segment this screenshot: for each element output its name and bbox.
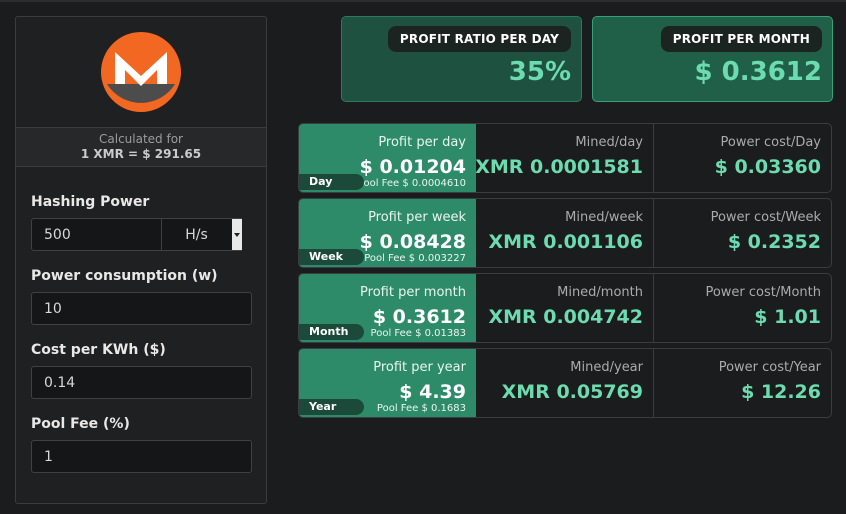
profit-cell: Profit per year $ 4.39 Pool Fee $ 0.1683…: [299, 349, 476, 417]
hashing-unit-select[interactable]: H/s: [162, 218, 242, 251]
pool-fee-value: Pool Fee $ 0.01383: [370, 328, 466, 339]
row-year: Profit per year $ 4.39 Pool Fee $ 0.1683…: [298, 348, 832, 418]
cost-per-kwh-input[interactable]: 0.14: [31, 366, 252, 399]
column-divider: [653, 349, 654, 417]
mined-label: Mined/month: [557, 285, 643, 300]
period-tag: Year: [299, 399, 364, 415]
hashing-unit-value: H/s: [185, 226, 208, 243]
period-tag: Week: [299, 249, 364, 265]
column-divider: [653, 274, 654, 342]
profit-label: Profit per day: [378, 135, 466, 150]
calculator-panel: Calculated for 1 XMR = $ 291.65 Hashing …: [15, 16, 267, 504]
hashing-power-input[interactable]: 500: [31, 218, 162, 251]
profit-value: $ 0.08428: [359, 231, 466, 253]
profit-cell: Profit per month $ 0.3612 Pool Fee $ 0.0…: [299, 274, 476, 342]
mined-value: XMR 0.05769: [501, 381, 643, 403]
power-cost-label: Power cost/Month: [705, 285, 821, 300]
profit-value: $ 0.3612: [372, 306, 466, 328]
calc-for-label: Calculated for: [99, 132, 183, 146]
profit-month-value: $ 0.3612: [694, 57, 822, 87]
column-divider: [653, 124, 654, 192]
profit-ratio-label: PROFIT RATIO PER DAY: [387, 26, 571, 52]
pool-fee-value: Pool Fee $ 0.003227: [364, 253, 466, 264]
monero-logo: [101, 32, 181, 112]
logo-area: [16, 17, 266, 127]
power-consumption-label: Power consumption (w): [31, 268, 218, 284]
caret-down-icon[interactable]: [232, 219, 242, 250]
mined-value: XMR 0.004742: [488, 306, 643, 328]
row-day: Profit per day $ 0.01204 Pool Fee $ 0.00…: [298, 123, 832, 193]
power-cost-value: $ 0.03360: [714, 156, 821, 178]
power-consumption-input[interactable]: 10: [31, 292, 252, 325]
cost-per-kwh-label: Cost per KWh ($): [31, 342, 166, 358]
profit-label: Profit per week: [368, 210, 466, 225]
period-tag: Day: [299, 174, 364, 190]
column-divider: [653, 199, 654, 267]
mined-value: XMR 0.0001581: [475, 156, 643, 178]
profit-label: Profit per month: [360, 285, 466, 300]
profit-month-label: PROFIT PER MONTH: [660, 26, 822, 52]
exchange-rate: 1 XMR = $ 291.65: [80, 147, 202, 161]
exchange-rate-box: Calculated for 1 XMR = $ 291.65: [16, 127, 266, 167]
power-cost-label: Power cost/Year: [718, 360, 821, 375]
power-cost-label: Power cost/Week: [710, 210, 821, 225]
profit-ratio-value: 35%: [508, 57, 571, 87]
power-cost-value: $ 1.01: [754, 306, 821, 328]
row-month: Profit per month $ 0.3612 Pool Fee $ 0.0…: [298, 273, 832, 343]
profit-cell: Profit per day $ 0.01204 Pool Fee $ 0.00…: [299, 124, 476, 192]
pool-fee-value: Pool Fee $ 0.1683: [376, 403, 466, 414]
pool-fee-input[interactable]: 1: [31, 440, 252, 473]
top-border: [0, 0, 846, 2]
profit-cell: Profit per week $ 0.08428 Pool Fee $ 0.0…: [299, 199, 476, 267]
power-cost-label: Power cost/Day: [720, 135, 821, 150]
profit-ratio-card: PROFIT RATIO PER DAY 35%: [341, 16, 582, 102]
mined-value: XMR 0.001106: [488, 231, 643, 253]
row-week: Profit per week $ 0.08428 Pool Fee $ 0.0…: [298, 198, 832, 268]
mined-label: Mined/year: [570, 360, 643, 375]
profit-value: $ 4.39: [399, 381, 466, 403]
hashing-power-label: Hashing Power: [31, 194, 150, 210]
pool-fee-value: Pool Fee $ 0.0004610: [357, 178, 466, 189]
power-cost-value: $ 0.2352: [727, 231, 821, 253]
profit-month-card: PROFIT PER MONTH $ 0.3612: [592, 16, 833, 102]
period-tag: Month: [299, 324, 364, 340]
profit-label: Profit per year: [373, 360, 466, 375]
mined-label: Mined/day: [575, 135, 643, 150]
mined-label: Mined/week: [565, 210, 643, 225]
pool-fee-label: Pool Fee (%): [31, 416, 130, 432]
power-cost-value: $ 12.26: [741, 381, 821, 403]
profit-value: $ 0.01204: [359, 156, 466, 178]
